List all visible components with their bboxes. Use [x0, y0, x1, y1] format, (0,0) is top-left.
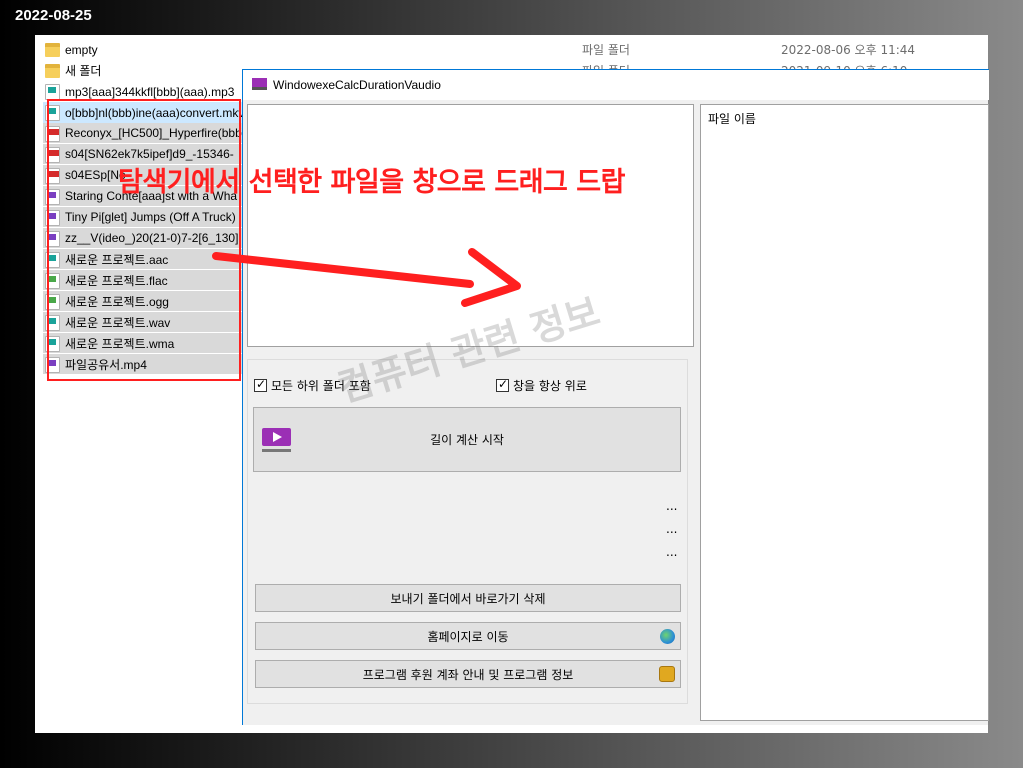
drag-arrow: [212, 248, 521, 307]
annotation-text: 탐색기에서 선택한 파일을 창으로 드래그 드랍: [118, 167, 625, 198]
arrow-head: [461, 248, 521, 307]
arrow-shaft: [212, 252, 474, 288]
